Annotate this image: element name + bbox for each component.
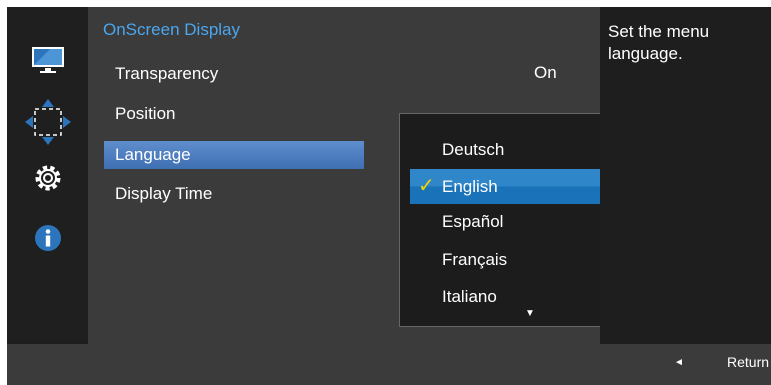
category-rail — [7, 7, 88, 339]
onscreen-display-panel: OnScreen Display Transparency On Positio… — [88, 7, 660, 344]
menu-item-language[interactable]: Language — [104, 141, 364, 169]
scroll-down-icon[interactable]: ▼ — [525, 308, 535, 319]
menu-item-label: Position — [115, 104, 176, 123]
bottom-bar: ◄ Return — [7, 344, 771, 385]
transparency-value: On — [534, 63, 557, 82]
help-panel: Set the menu language. — [600, 7, 771, 344]
menu-item-label: Transparency — [115, 64, 219, 83]
panel-title: OnScreen Display — [103, 20, 241, 39]
help-text: Set the menu language. — [608, 22, 710, 63]
menu-item-position[interactable]: Position — [104, 100, 364, 128]
return-label[interactable]: Return — [727, 354, 769, 370]
menu-item-label: Language — [115, 145, 191, 164]
menu-item-label: Display Time — [115, 184, 213, 203]
monitor-icon — [31, 47, 64, 73]
info-icon — [34, 225, 61, 251]
position-category[interactable] — [7, 97, 88, 147]
move-arrows-icon — [24, 99, 71, 145]
picture-category[interactable] — [7, 45, 88, 75]
settings-category[interactable] — [7, 163, 88, 193]
gear-icon — [35, 165, 60, 191]
return-arrow-icon[interactable]: ◄ — [674, 357, 684, 368]
menu-item-display-time[interactable]: Display Time — [104, 180, 364, 208]
osd-window: OnScreen Display Transparency On Positio… — [7, 7, 771, 385]
menu-item-transparency[interactable]: Transparency — [104, 60, 364, 88]
check-icon: ✓ — [418, 175, 435, 197]
information-category[interactable] — [7, 223, 88, 253]
